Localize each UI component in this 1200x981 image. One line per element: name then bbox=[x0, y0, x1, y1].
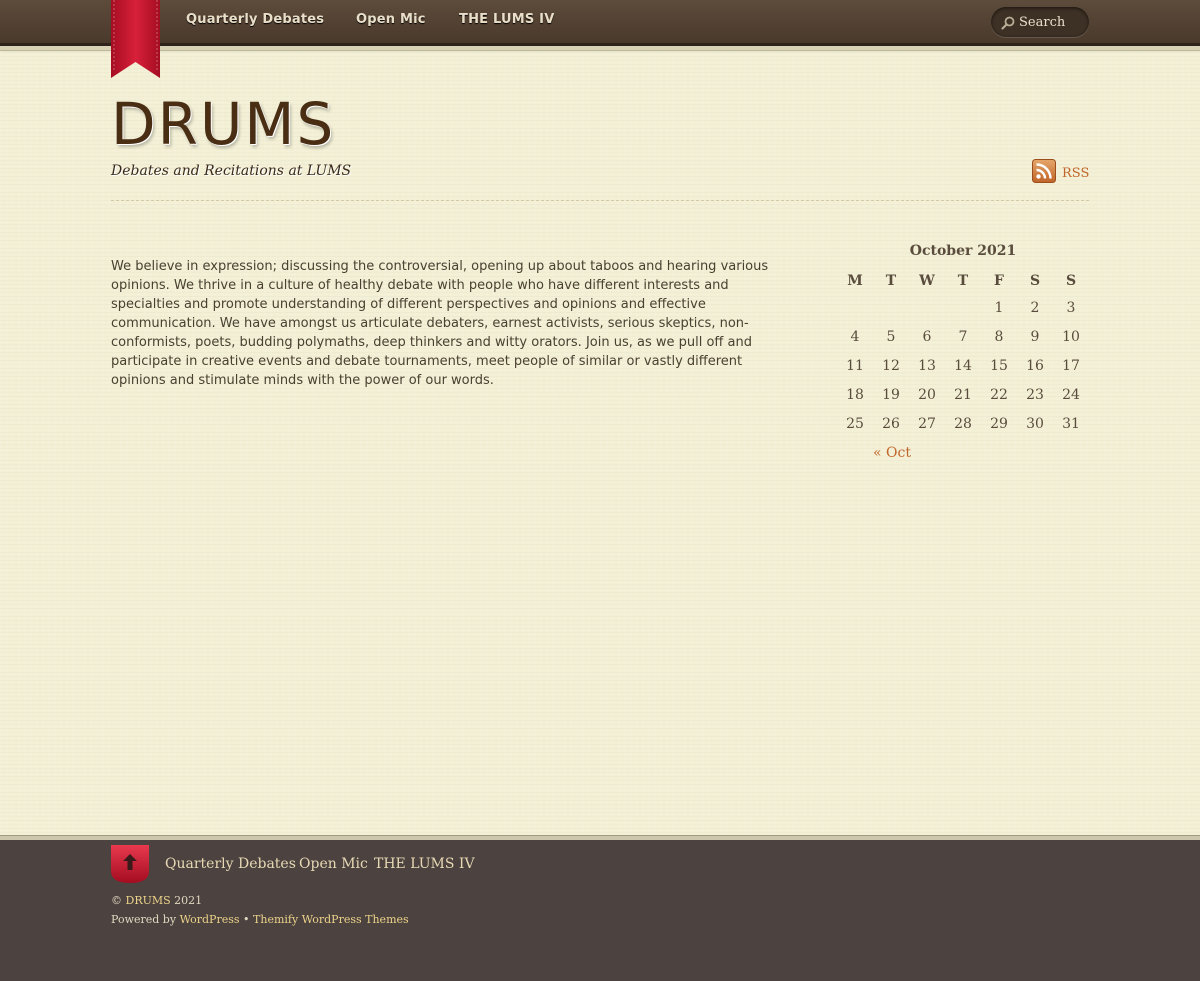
calendar-day: 13 bbox=[918, 357, 936, 374]
nav-item-the-lums-iv[interactable]: THE LUMS IV bbox=[459, 12, 554, 27]
calendar-weekday: F bbox=[994, 273, 1004, 289]
rss-label: RSS bbox=[1062, 165, 1090, 181]
calendar-weekday: T bbox=[957, 273, 969, 289]
calendar-day: 6 bbox=[922, 328, 932, 345]
calendar-weekday: S bbox=[1029, 273, 1041, 289]
search-icon bbox=[1001, 15, 1015, 34]
calendar-day bbox=[945, 293, 981, 322]
nav-divider bbox=[0, 46, 1200, 51]
calendar-day: 3 bbox=[1066, 299, 1076, 316]
calendar-day bbox=[837, 293, 873, 322]
calendar-day: 25 bbox=[846, 415, 864, 432]
calendar-day bbox=[873, 293, 909, 322]
calendar-table: M T W T F S S 1 2 3 4 5 6 7 8 9 10 11 12… bbox=[837, 269, 1089, 438]
calendar-day: 12 bbox=[882, 357, 900, 374]
calendar-day: 8 bbox=[994, 328, 1004, 345]
calendar-day: 31 bbox=[1062, 415, 1080, 432]
copyright-year: 2021 bbox=[174, 894, 203, 907]
calendar-day: 21 bbox=[954, 386, 972, 403]
footer-nav-quarterly-debates[interactable]: Quarterly Debates bbox=[165, 856, 296, 872]
calendar-week: 18 19 20 21 22 23 24 bbox=[837, 380, 1089, 409]
copyright-line: © DRUMS 2021 bbox=[111, 894, 202, 907]
calendar-day: 30 bbox=[1026, 415, 1044, 432]
calendar-day bbox=[909, 293, 945, 322]
calendar-day: 20 bbox=[918, 386, 936, 403]
arrow-up-icon bbox=[111, 845, 149, 883]
rss-icon bbox=[1032, 159, 1056, 187]
nav-item-quarterly-debates[interactable]: Quarterly Debates bbox=[186, 12, 324, 27]
calendar-day: 5 bbox=[886, 328, 896, 345]
intro-paragraph: We believe in expression; discussing the… bbox=[111, 259, 769, 388]
calendar-day: 1 bbox=[994, 299, 1004, 316]
copyright-symbol: © bbox=[111, 894, 122, 907]
calendar-day: 10 bbox=[1062, 328, 1080, 345]
calendar-week: 1 2 3 bbox=[837, 293, 1089, 322]
calendar-day: 14 bbox=[954, 357, 972, 374]
calendar-day: 18 bbox=[846, 386, 864, 403]
header-divider bbox=[111, 200, 1089, 201]
calendar-prev-month-link[interactable]: « Oct bbox=[873, 445, 911, 461]
calendar-day: 19 bbox=[882, 386, 900, 403]
calendar-widget: October 2021 M T W T F S S 1 2 3 4 5 6 7… bbox=[837, 240, 1089, 461]
site-footer: Quarterly Debates Open Mic THE LUMS IV ©… bbox=[0, 836, 1200, 981]
calendar-weekday: M bbox=[847, 273, 863, 289]
footer-nav-open-mic[interactable]: Open Mic bbox=[299, 856, 368, 872]
calendar-day: 27 bbox=[918, 415, 936, 432]
calendar-day: 29 bbox=[990, 415, 1008, 432]
calendar-day: 15 bbox=[990, 357, 1008, 374]
calendar-week: 4 5 6 7 8 9 10 bbox=[837, 322, 1089, 351]
footer-separator: • bbox=[243, 913, 250, 926]
calendar-weekday: T bbox=[885, 273, 897, 289]
calendar-day: 9 bbox=[1030, 328, 1040, 345]
search-input[interactable] bbox=[1019, 13, 1083, 31]
footer-site-link[interactable]: DRUMS bbox=[126, 894, 171, 907]
calendar-day: 16 bbox=[1026, 357, 1044, 374]
calendar-caption: October 2021 bbox=[909, 243, 1017, 259]
site-tagline: Debates and Recitations at LUMS bbox=[111, 163, 352, 179]
calendar-day: 23 bbox=[1026, 386, 1044, 403]
nav-item-open-mic[interactable]: Open Mic bbox=[356, 12, 426, 27]
calendar-day: 17 bbox=[1062, 357, 1080, 374]
back-to-top-button[interactable] bbox=[111, 845, 149, 887]
calendar-week: 25 26 27 28 29 30 31 bbox=[837, 409, 1089, 438]
footer-nav-the-lums-iv[interactable]: THE LUMS IV bbox=[374, 856, 475, 872]
calendar-day: 2 bbox=[1030, 299, 1040, 316]
powered-by-line: Powered by WordPress • Themify WordPress… bbox=[111, 913, 409, 926]
calendar-day: 7 bbox=[958, 328, 968, 345]
calendar-day: 28 bbox=[954, 415, 972, 432]
ribbon-bookmark bbox=[111, 0, 160, 78]
calendar-day: 11 bbox=[846, 357, 864, 374]
search-box bbox=[991, 7, 1089, 37]
calendar-day: 26 bbox=[882, 415, 900, 432]
calendar-day: 22 bbox=[990, 386, 1008, 403]
calendar-day: 24 bbox=[1062, 386, 1080, 403]
calendar-weekday: W bbox=[919, 273, 935, 289]
calendar-week: 11 12 13 14 15 16 17 bbox=[837, 351, 1089, 380]
themify-link[interactable]: Themify WordPress Themes bbox=[253, 913, 409, 926]
site-title[interactable]: DRUMS bbox=[111, 90, 335, 158]
calendar-day: 4 bbox=[850, 328, 860, 345]
wordpress-link[interactable]: WordPress bbox=[180, 913, 240, 926]
top-navigation-bar: Quarterly Debates Open Mic THE LUMS IV bbox=[0, 0, 1200, 51]
rss-link[interactable]: RSS bbox=[1032, 159, 1090, 187]
calendar-weekday: S bbox=[1065, 273, 1077, 289]
powered-by-label: Powered by bbox=[111, 913, 177, 926]
